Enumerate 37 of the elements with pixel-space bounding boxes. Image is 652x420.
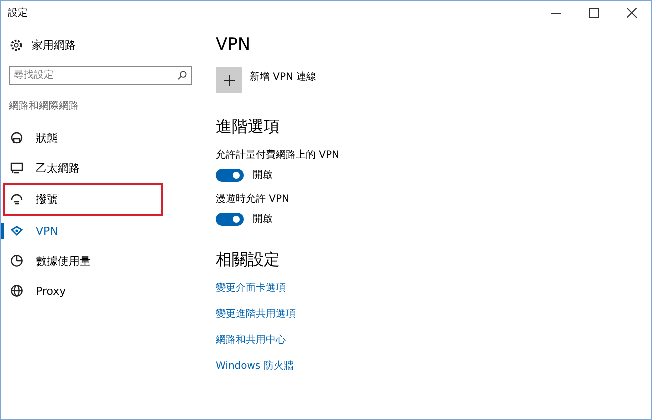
add-vpn-label[interactable]: 新增 VPN 連線 <box>250 70 317 84</box>
section-title: 相關設定 <box>216 250 281 271</box>
nav-icon <box>10 161 24 175</box>
page-title: VPN <box>216 35 252 55</box>
nav-icon <box>10 224 24 238</box>
search-field[interactable]: 尋找設定 <box>9 66 192 85</box>
toggle-switch[interactable] <box>216 212 244 226</box>
toggle-switch[interactable] <box>216 168 244 182</box>
toggle-state: 開啟 <box>253 169 273 182</box>
nav-icon <box>10 131 24 145</box>
add-vpn-button[interactable] <box>216 67 242 93</box>
toggle-label: 漫遊時允許 VPN <box>216 192 291 206</box>
search-icon[interactable] <box>178 71 187 80</box>
settings-link[interactable]: 網路和共用中心 <box>216 333 340 347</box>
selection-bar <box>1 223 4 239</box>
nav-item[interactable]: 狀態 <box>1 123 201 153</box>
section-heading: 網路和網際網路 <box>9 100 80 113</box>
window-title: 設定 <box>7 6 29 20</box>
settings-link[interactable]: Windows 防火牆 <box>216 359 340 373</box>
nav-item[interactable]: 乙太網路 <box>1 153 201 183</box>
highlighted-nav-item[interactable]: 撥號 <box>3 183 163 216</box>
nav-item[interactable]: Proxy <box>1 276 201 306</box>
settings-link[interactable]: 變更進階共用選項 <box>216 307 340 321</box>
plus-icon <box>224 74 234 86</box>
nav-icon <box>10 284 24 298</box>
nav-icon <box>10 192 24 206</box>
home-link[interactable]: 家用網路 <box>32 38 76 52</box>
nav-item[interactable]: 數據使用量 <box>1 246 201 276</box>
nav-icon <box>10 254 24 268</box>
toggle-label: 允許計量付費網路上的 VPN <box>216 148 340 162</box>
gear-icon[interactable] <box>10 38 23 52</box>
section-title: 進階選項 <box>216 117 281 138</box>
maximize-icon <box>589 8 599 18</box>
settings-link[interactable]: 變更介面卡選項 <box>216 281 340 295</box>
nav-item[interactable]: VPN <box>1 216 201 246</box>
toggle-state: 開啟 <box>253 213 273 226</box>
close-icon <box>627 8 637 18</box>
